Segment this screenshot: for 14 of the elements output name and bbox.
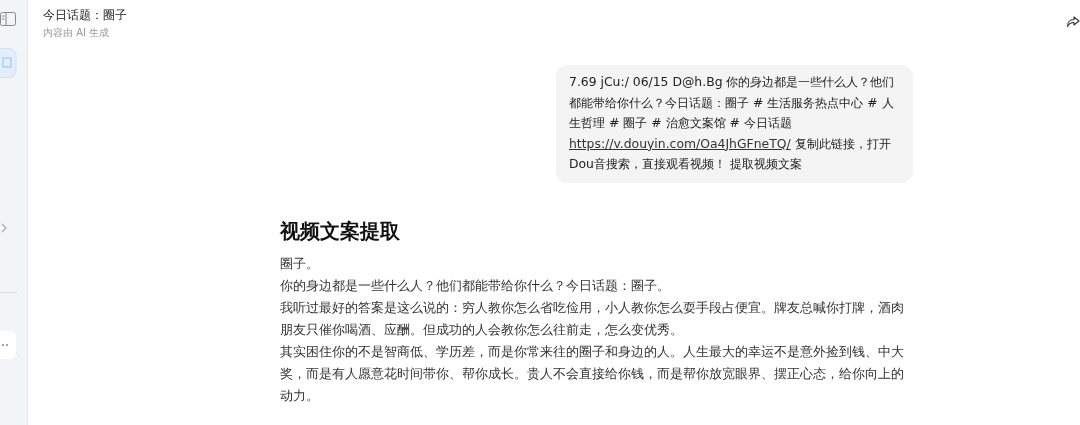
user-message: 7.69 jCu:/ 06/15 D@h.Bg 你的身边都是一些什么人？他们都能带给你什么？今日话题：圈子 # 生活服务热点中心 # 人生哲理 # 圈子 # 治愈文案馆 # 今日话题 https://v.douyin.com/Oa4JhGFneTQ/ 复制此链接，打开Dou音搜索，直接观看视频！ 提取视频文案 bbox=[556, 65, 913, 183]
more-icon[interactable] bbox=[0, 331, 16, 359]
keyboard-shortcut-icon[interactable] bbox=[0, 48, 17, 78]
share-icon[interactable] bbox=[1066, 16, 1080, 28]
chevron-right-icon[interactable] bbox=[1, 223, 7, 233]
answer-paragraph: 圈子。 bbox=[280, 254, 320, 273]
ai-generated-note: 内容由 AI 生成 bbox=[43, 26, 111, 40]
answer-paragraph: 我听过最好的答案是这么说的：穷人教你怎么省吃俭用，小人教你怎么耍手段占便宜。牌友总喊你打牌，酒肉朋友只催你喝酒、应酬。但成功的人会教你怎么往前走，怎么变优秀。 bbox=[280, 298, 905, 339]
answer-paragraph: 你的身边都是一些什么人？他们都能带给你什么？今日话题：圈子。 bbox=[280, 276, 671, 295]
video-link[interactable]: https://v.douyin.com/Oa4JhGFneTQ/ bbox=[569, 135, 791, 151]
sidebar-toggle-icon[interactable] bbox=[0, 12, 16, 26]
answer-heading: 视频文案提取 bbox=[280, 217, 401, 245]
chat-title: 今日话题：圈子 bbox=[43, 7, 127, 24]
answer-paragraph: 其实困住你的不是智商低、学历差，而是你常来往的圈子和身边的人。人生最大的幸运不是意外捡到钱、中大奖，而是有人愿意花时间带你、帮你成长。贵人不会直接给你钱，而是帮你放宽眼界、摆正心态，给你向上的动力。 bbox=[280, 342, 905, 405]
